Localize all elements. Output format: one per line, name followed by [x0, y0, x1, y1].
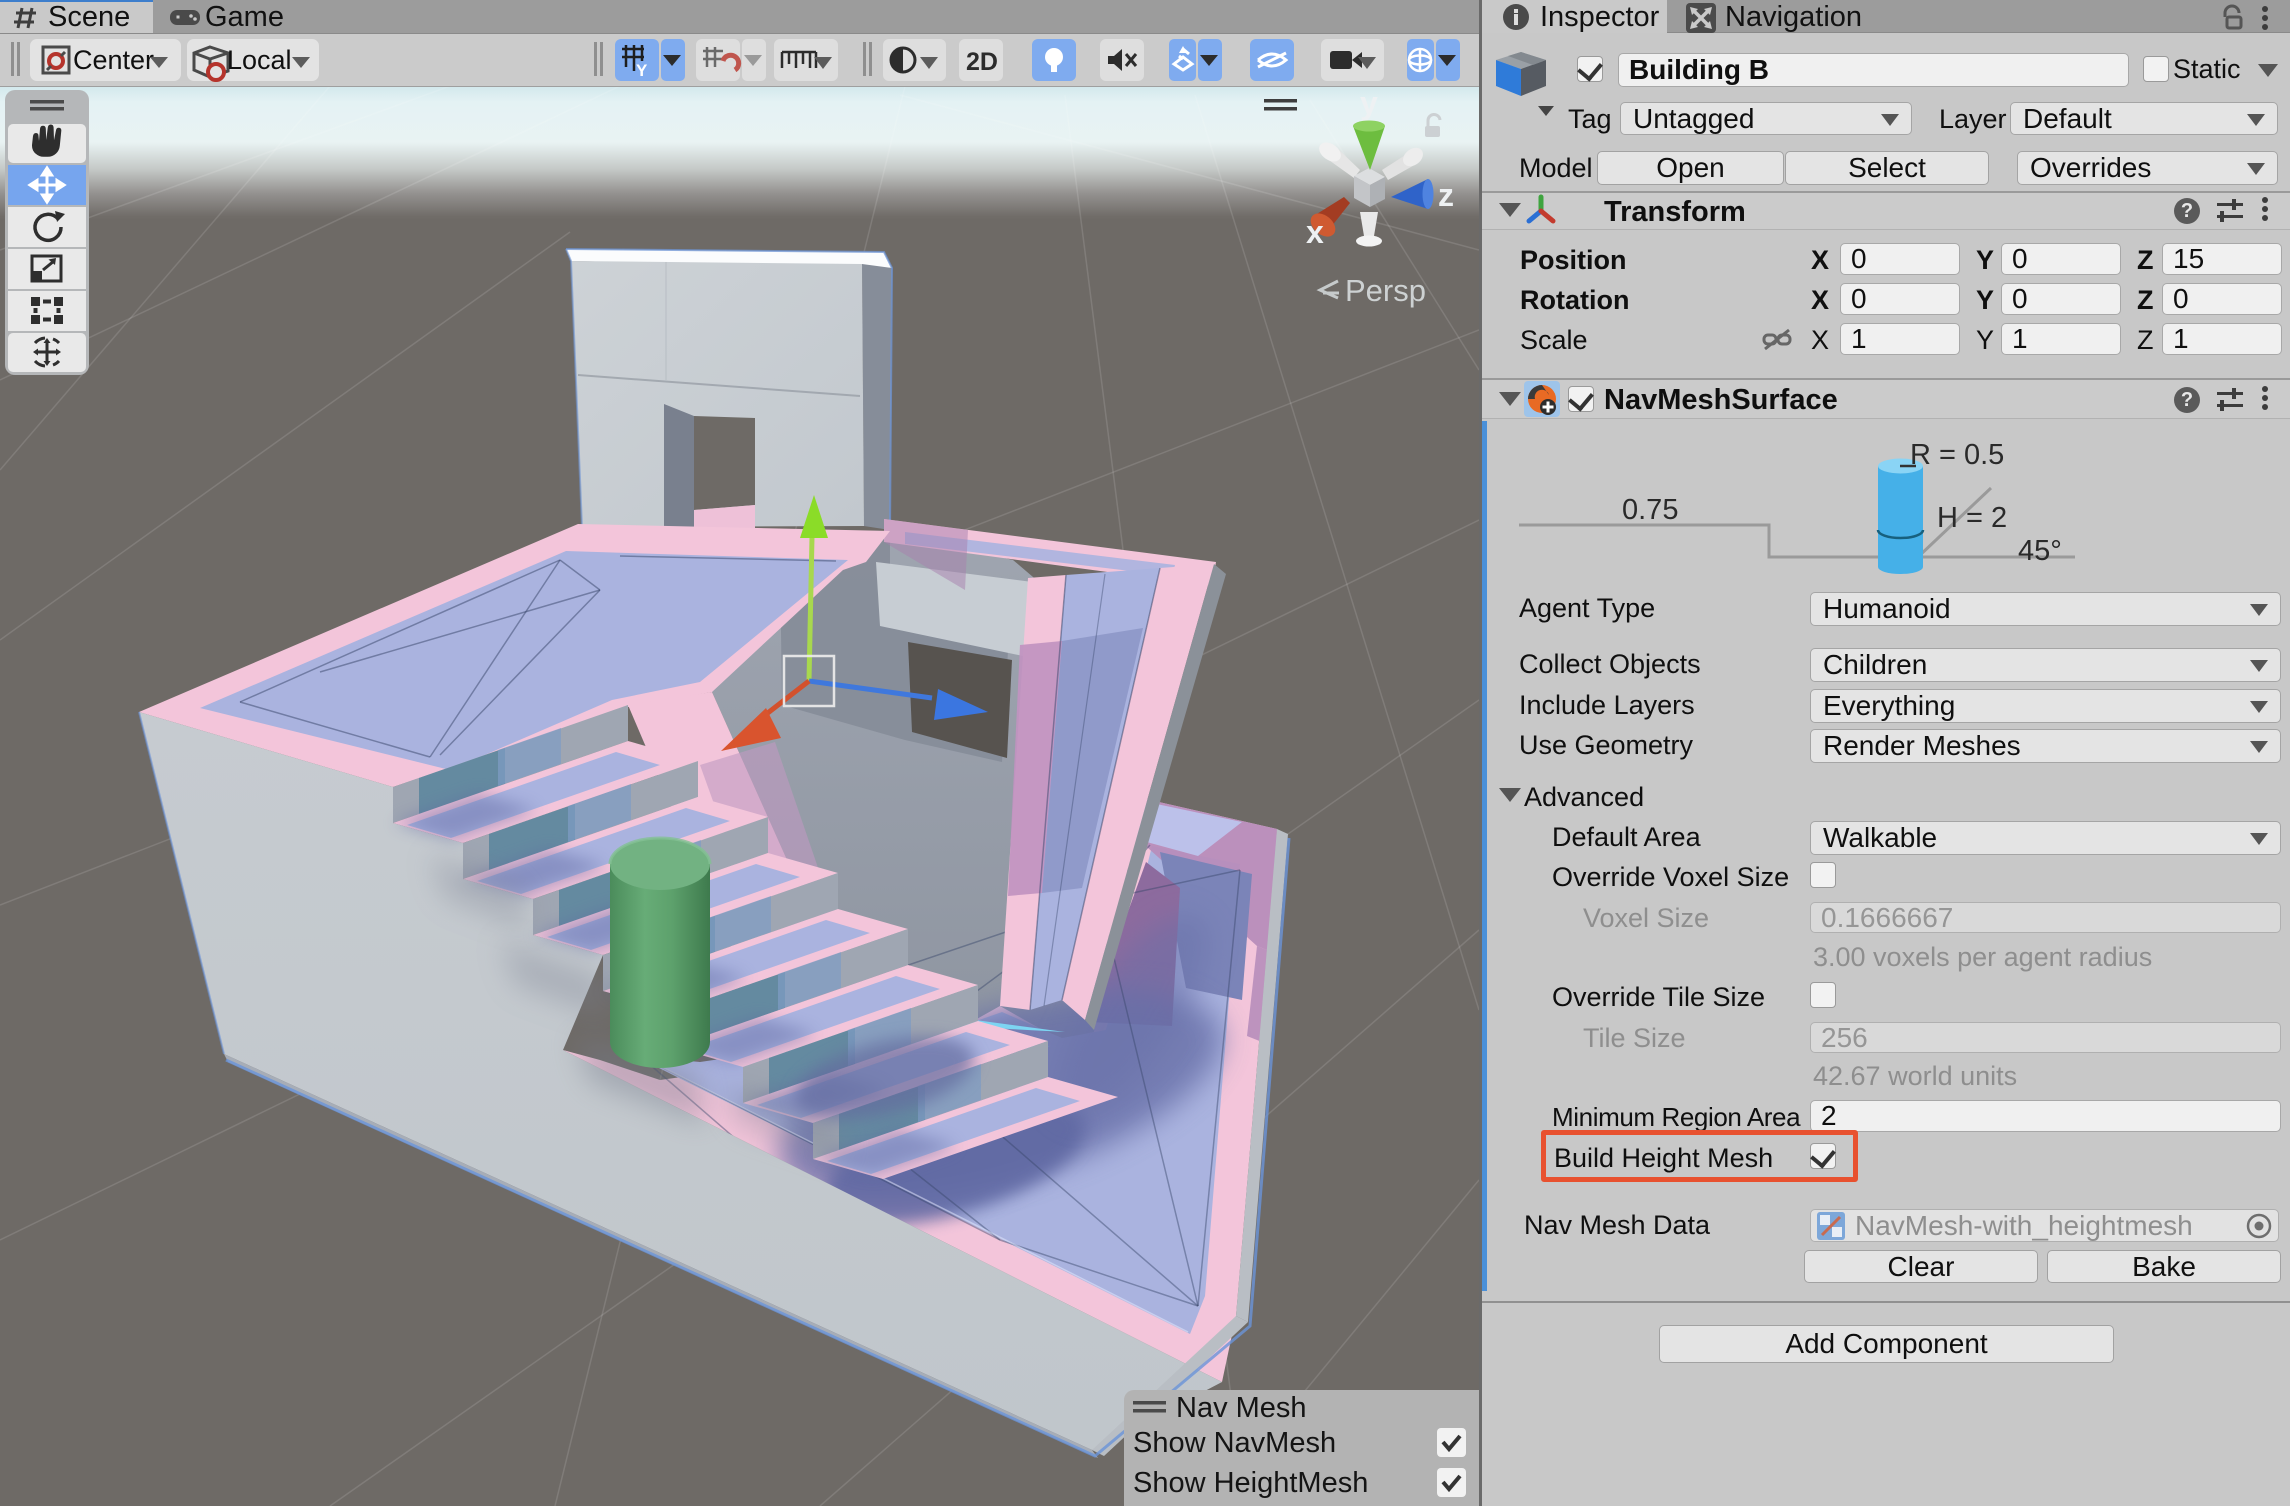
svg-text:Nav Mesh: Nav Mesh: [1176, 1392, 1307, 1424]
svg-text:H = 2: H = 2: [1937, 502, 2007, 534]
svg-text:0.75: 0.75: [1622, 494, 1678, 526]
svg-text:2D: 2D: [966, 48, 998, 76]
svg-text:Center: Center: [73, 45, 154, 75]
svg-text:y: y: [1360, 86, 1378, 121]
svg-text:R = 0.5: R = 0.5: [1910, 439, 2004, 471]
svg-text:x: x: [1306, 214, 1324, 250]
svg-text:45°: 45°: [2018, 535, 2062, 567]
svg-text:z: z: [1438, 177, 1454, 213]
svg-text:Show NavMesh: Show NavMesh: [1133, 1427, 1336, 1459]
svg-text:Show HeightMesh: Show HeightMesh: [1133, 1467, 1368, 1499]
svg-text:Local: Local: [227, 45, 292, 75]
svg-text:Persp: Persp: [1345, 273, 1426, 308]
svg-text:Y: Y: [636, 61, 648, 80]
